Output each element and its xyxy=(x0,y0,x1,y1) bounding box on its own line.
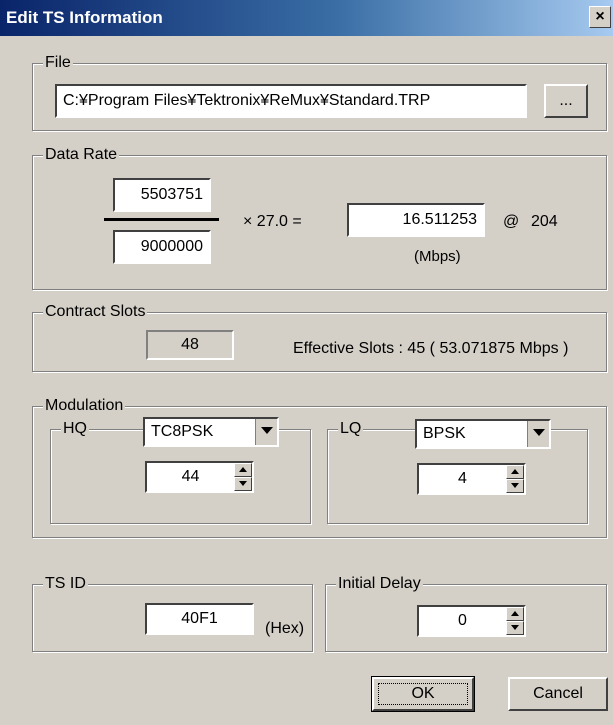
contract-slots-value: 48 xyxy=(146,330,234,360)
ts-id-group-label: TS ID xyxy=(43,574,88,594)
hq-dropdown-arrow[interactable] xyxy=(255,419,277,445)
initial-delay-value: 0 xyxy=(458,612,467,629)
data-rate-group: Data Rate xyxy=(32,145,607,290)
initial-delay-spin-down[interactable] xyxy=(506,621,524,635)
denominator-input[interactable]: 9000000 xyxy=(113,230,211,264)
lq-value-spinner[interactable]: 4 xyxy=(417,463,526,495)
data-rate-group-label: Data Rate xyxy=(43,145,120,165)
cancel-button-label: Cancel xyxy=(533,685,583,702)
arrow-down-icon xyxy=(511,483,519,488)
lq-scheme-value: BPSK xyxy=(423,425,466,442)
hq-scheme-value: TC8PSK xyxy=(151,423,214,440)
modulation-group-label: Modulation xyxy=(43,396,126,416)
arrow-up-icon xyxy=(239,467,247,472)
data-rate-result: 16.511253 xyxy=(347,203,485,237)
initial-delay-spin-buttons xyxy=(506,607,524,635)
hq-value: 44 xyxy=(181,468,200,485)
initial-delay-spinner[interactable]: 0 xyxy=(417,605,526,637)
title-bar[interactable]: Edit TS Information × xyxy=(0,0,613,36)
chevron-down-icon xyxy=(261,427,273,434)
packet-size-label: 204 xyxy=(531,213,558,230)
hq-scheme-select[interactable]: TC8PSK xyxy=(143,417,279,447)
hq-group-label: HQ xyxy=(61,419,89,439)
arrow-up-icon xyxy=(511,469,519,474)
lq-spin-up[interactable] xyxy=(506,465,524,479)
initial-delay-group-label: Initial Delay xyxy=(336,574,423,594)
lq-spin-buttons xyxy=(506,465,524,493)
mbps-unit-label: (Mbps) xyxy=(414,248,461,265)
arrow-down-icon xyxy=(239,481,247,486)
chevron-down-icon xyxy=(533,429,545,436)
cancel-button[interactable]: Cancel xyxy=(508,677,608,711)
file-group-label: File xyxy=(43,53,73,73)
focus-indicator xyxy=(378,683,468,705)
file-path-input[interactable]: C:¥Program Files¥Tektronix¥ReMux¥Standar… xyxy=(55,84,527,118)
hq-spin-buttons xyxy=(234,463,252,491)
lq-spin-down[interactable] xyxy=(506,479,524,493)
lq-group-label: LQ xyxy=(338,419,364,439)
close-icon: × xyxy=(595,8,605,25)
effective-slots-label: Effective Slots : 45 ( 53.071875 Mbps ) xyxy=(293,340,569,357)
hq-spin-up[interactable] xyxy=(234,463,252,477)
ts-id-input[interactable]: 40F1 xyxy=(145,603,254,635)
hq-spin-down[interactable] xyxy=(234,477,252,491)
close-button[interactable]: × xyxy=(589,6,611,28)
hq-value-spinner[interactable]: 44 xyxy=(145,461,254,493)
lq-value: 4 xyxy=(458,470,467,487)
lq-dropdown-arrow[interactable] xyxy=(527,421,549,447)
lq-scheme-select[interactable]: BPSK xyxy=(415,419,551,449)
window-title: Edit TS Information xyxy=(6,8,163,27)
fraction-line xyxy=(104,218,219,221)
initial-delay-spin-up[interactable] xyxy=(506,607,524,621)
numerator-input[interactable]: 5503751 xyxy=(113,178,211,212)
browse-button[interactable]: ... xyxy=(544,84,588,118)
edit-ts-dialog: Edit TS Information × File C:¥Program Fi… xyxy=(0,0,613,725)
ok-button[interactable]: OK xyxy=(371,676,475,712)
contract-slots-group-label: Contract Slots xyxy=(43,302,148,322)
hex-unit-label: (Hex) xyxy=(265,620,305,637)
arrow-down-icon xyxy=(511,625,519,630)
multiplier-label: × 27.0 = xyxy=(243,213,302,230)
arrow-up-icon xyxy=(511,611,519,616)
at-label: @ xyxy=(503,213,520,230)
